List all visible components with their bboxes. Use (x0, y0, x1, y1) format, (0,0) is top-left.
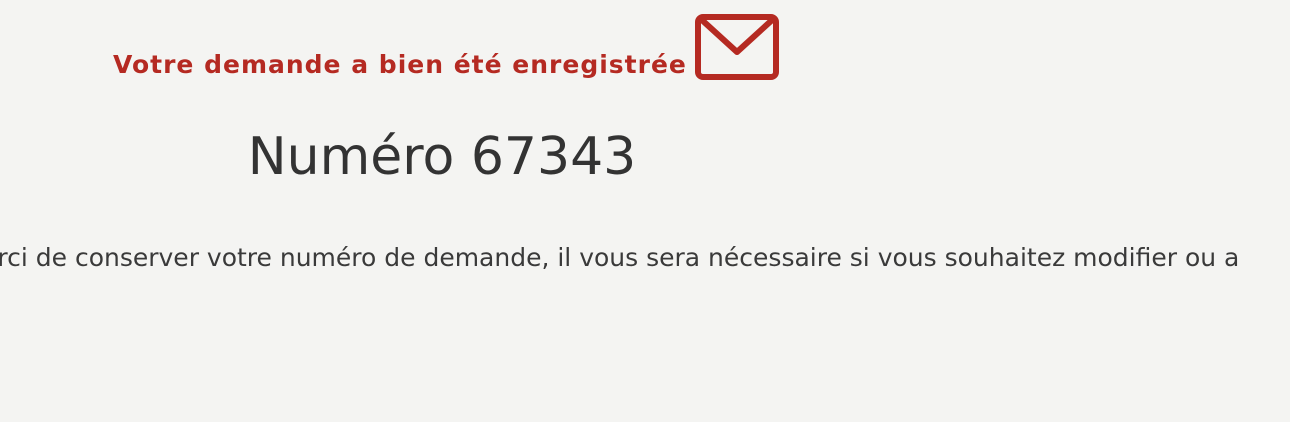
confirmation-title: Votre demande a bien été enregistrée (113, 50, 687, 79)
request-number: Numéro 67343 (247, 127, 637, 187)
confirmation-header: Votre demande a bien été enregistrée (113, 12, 779, 80)
mail-icon (694, 14, 779, 80)
notice-container: erci de conserver votre numéro de demand… (0, 240, 1290, 280)
notice-text: erci de conserver votre numéro de demand… (0, 243, 1240, 272)
